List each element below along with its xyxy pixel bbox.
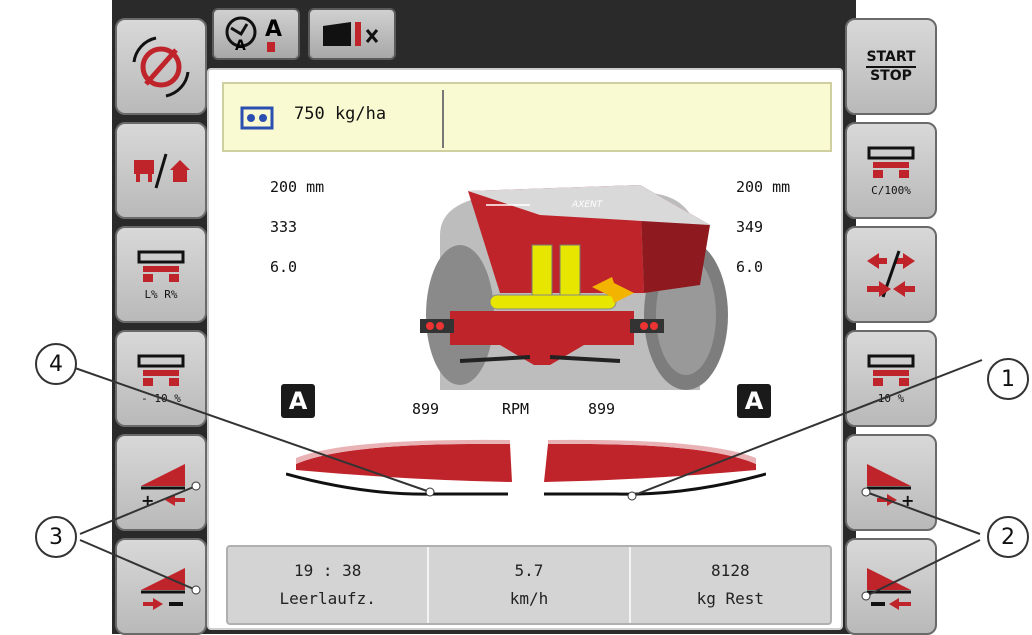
callout-4: 4: [35, 343, 77, 385]
callout-3: 3: [35, 516, 77, 558]
callout-leaders: [51, 359, 983, 601]
callout-1: 1: [987, 358, 1029, 400]
callout-2: 2: [987, 516, 1029, 558]
